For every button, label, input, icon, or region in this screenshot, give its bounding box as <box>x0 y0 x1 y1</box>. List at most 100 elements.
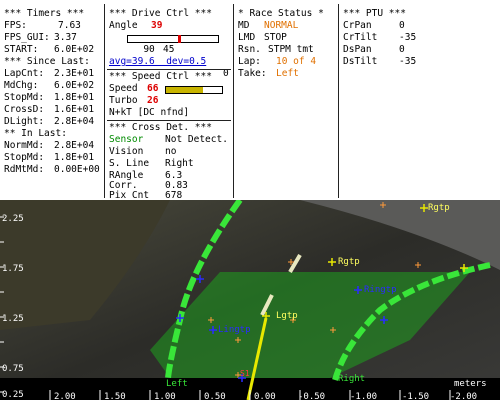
crtilt-value: -35 <box>399 32 417 43</box>
dspan-value: 0 <box>399 44 405 55</box>
dspan-label: DsPan <box>343 44 372 55</box>
md-value: NORMAL <box>264 20 299 31</box>
crpan-value: 0 <box>399 20 405 31</box>
rsn-value: STPM tmt <box>268 44 314 55</box>
rsn-label: Rsn. <box>238 44 261 55</box>
fps-label: FPS: <box>4 20 27 31</box>
x-tick: 1.00 <box>154 392 176 400</box>
vision-row: Vision no <box>109 146 176 158</box>
left-label: Left <box>166 379 188 389</box>
angle-row: Angle 39 <box>109 20 162 32</box>
camera-overlay: Rgtp Rgtp Ringtp Lgtp Lingtp Left Right … <box>0 200 500 400</box>
start-label: START: <box>4 44 39 55</box>
dstilt-label: DsTilt <box>343 56 378 67</box>
dstilt-row: DsTilt -35 <box>343 56 416 68</box>
sline-row: S. Line Right <box>109 158 194 170</box>
speed-title: *** Speed Ctrl *** <box>109 71 212 82</box>
take-row: Take: Left <box>238 68 299 80</box>
stopmd-row: StopMd: 1.8E+01 <box>4 92 94 104</box>
lmd-label: LMD <box>238 32 256 43</box>
lingtp-label: Lingtp <box>218 325 251 335</box>
stopmd2-row: StopMd: 1.8E+01 <box>4 152 94 164</box>
ptu-title: *** PTU *** <box>343 8 406 19</box>
stopmd-value: 1.8E+01 <box>54 92 95 103</box>
crtilt-label: CrTilt <box>343 32 378 43</box>
lmd-row: LMD STOP <box>238 32 287 44</box>
fps-row: FPS: 7.63 <box>4 20 81 32</box>
lapcnt-value: 2.3E+01 <box>54 68 95 79</box>
speed-value: 66 <box>147 83 159 94</box>
nkt-text: N+kT [DC nfnd] <box>109 107 190 118</box>
dlight-value: 2.8E+04 <box>54 116 95 127</box>
lapcnt-row: LapCnt: 2.3E+01 <box>4 68 94 80</box>
crossd-value: 1.6E+01 <box>54 104 95 115</box>
timers-title: *** Timers *** <box>4 8 85 19</box>
turbo-row: Turbo 26 <box>109 95 158 107</box>
crossd-label: CrossD: <box>4 104 45 115</box>
pixcnt-label: Pix Cnt <box>109 190 150 200</box>
dlight-row: DLight: 2.8E+04 <box>4 116 94 128</box>
in-last-title: ** In Last: <box>4 128 67 139</box>
turbo-value: 26 <box>147 95 159 106</box>
right-label: Right <box>338 374 365 384</box>
dstilt-value: -35 <box>399 56 417 67</box>
ringtp-label: Ringtp <box>364 285 397 295</box>
rdmtmd-row: RdMtMd: 0.00E+00 <box>4 164 100 176</box>
normmd-row: NormMd: 2.8E+04 <box>4 140 94 152</box>
speed-row: Speed 66 <box>109 83 233 95</box>
y-tick: 0.25 <box>2 390 24 400</box>
speed-label: Speed <box>109 83 138 94</box>
fps-gui-row: FPS_GUI: 3.37 <box>4 32 77 44</box>
angle-slider-knob[interactable] <box>178 35 181 43</box>
stopmd2-label: StopMd: <box>4 152 45 163</box>
drive-panel: *** Drive Ctrl *** Angle 39 90 0 45 avg=3… <box>105 4 234 200</box>
stopmd-label: StopMd: <box>4 92 45 103</box>
angle-label: Angle <box>109 20 138 31</box>
lap-label: Lap: <box>238 56 261 67</box>
take-value: Left <box>276 68 299 79</box>
sline-value: Right <box>165 158 194 169</box>
rgtp-label: Rgtp <box>338 257 360 267</box>
speed-bar-fill <box>166 87 203 93</box>
fps-gui-value: 3.37 <box>54 32 77 43</box>
speed-bar <box>165 86 223 94</box>
sensor-row: Sensor Not Detect. <box>109 134 228 146</box>
dspan-row: DsPan 0 <box>343 44 405 56</box>
cross-title: *** Cross Det. *** <box>109 122 212 133</box>
divider <box>107 69 231 70</box>
y-tick: 0.75 <box>2 364 24 374</box>
mdchg-label: MdChg: <box>4 80 39 91</box>
camera-view: Rgtp Rgtp Ringtp Lgtp Lingtp Left Right … <box>0 200 500 400</box>
sline-label: S. Line <box>109 158 150 169</box>
fps-gui-label: FPS_GUI: <box>4 32 50 43</box>
fps-value: 7.63 <box>58 20 81 31</box>
pixcnt-value: 678 <box>165 190 183 200</box>
pixcnt-row: Pix Cnt 678 <box>109 190 182 200</box>
crtilt-row: CrTilt -35 <box>343 32 416 44</box>
since-title: *** Since Last: <box>4 56 90 67</box>
lap-value: 10 of 4 <box>276 56 317 67</box>
y-tick: 1.25 <box>2 314 24 324</box>
x-tick: 2.00 <box>54 392 76 400</box>
md-row: MD NORMAL <box>238 20 298 32</box>
stopmd2-value: 1.8E+01 <box>54 152 95 163</box>
race-title: * Race Status * <box>238 8 324 19</box>
lapcnt-label: LapCnt: <box>4 68 45 79</box>
slider-mid: 45 <box>163 44 175 55</box>
dlight-label: DLight: <box>4 116 45 127</box>
x-tick: 0.50 <box>204 392 226 400</box>
hud-panel: *** Timers *** FPS: 7.63 FPS_GUI: 3.37 STA… <box>0 0 500 200</box>
angle-slider-row: 90 0 <box>109 32 233 79</box>
avg-dev: avg=39.6 dev=0.5 <box>109 56 207 67</box>
ptu-panel: *** PTU *** CrPan 0 CrTilt -35 DsPan 0 DsTi… <box>339 4 499 198</box>
drive-title: *** Drive Ctrl *** <box>109 8 212 19</box>
x-tick: -1.00 <box>350 392 377 400</box>
sensor-value: Not Detect. <box>165 134 228 145</box>
y-tick: 1.75 <box>2 264 24 274</box>
rgtp-label-top: Rgtp <box>428 203 450 213</box>
y-tick: 2.25 <box>2 214 24 224</box>
md-label: MD <box>238 20 250 31</box>
angle-slider[interactable] <box>127 35 219 43</box>
start-value: 6.0E+02 <box>54 44 95 55</box>
mdchg-row: MdChg: 6.0E+02 <box>4 80 94 92</box>
